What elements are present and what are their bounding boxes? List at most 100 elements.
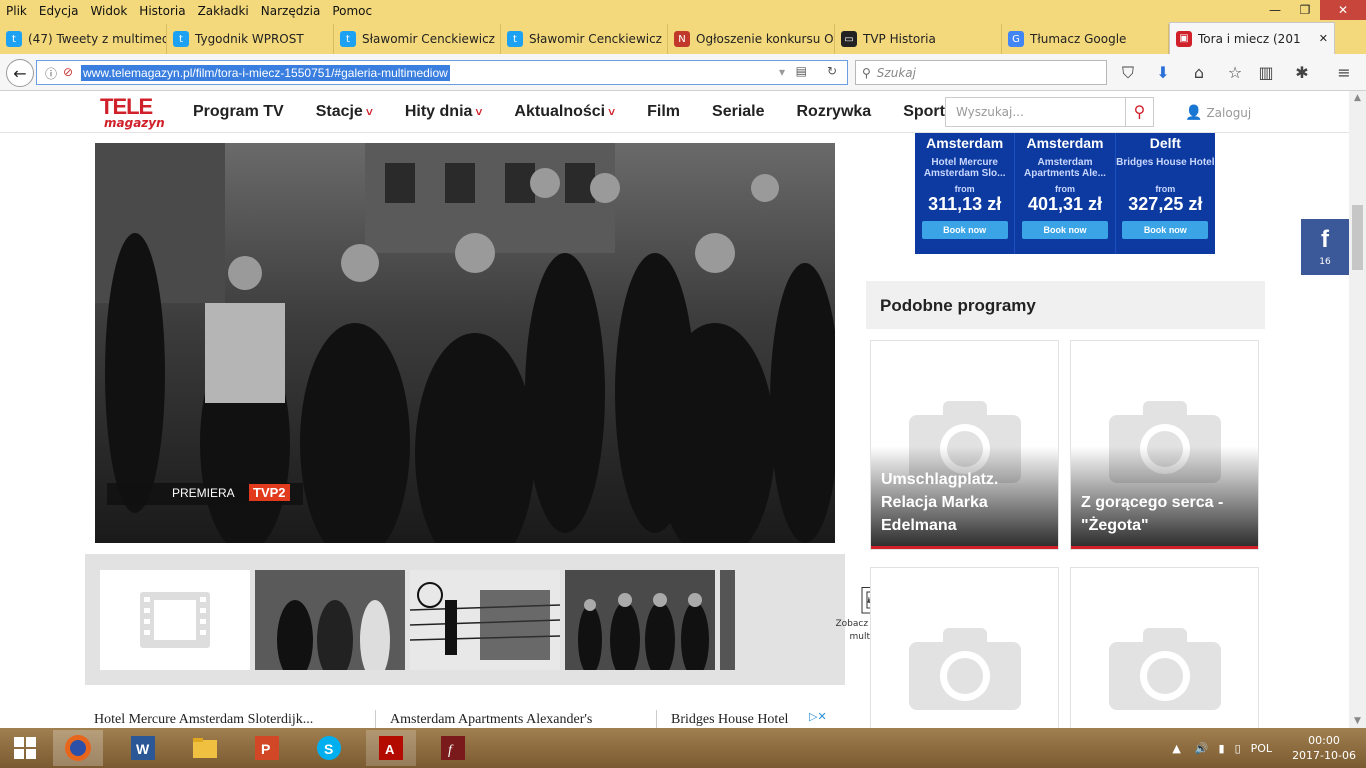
word-icon[interactable]: W	[118, 730, 168, 766]
tab[interactable]: N Ogłoszenie konkursu Of	[668, 24, 835, 54]
menu-historia[interactable]: Historia	[139, 4, 185, 18]
tab[interactable]: t Tygodnik WPROST	[167, 24, 334, 54]
nav-sport[interactable]: Sport	[903, 103, 945, 121]
language-indicator[interactable]: POL	[1251, 742, 1272, 755]
gallery-main-image[interactable]: PREMIERA TVP2	[95, 143, 835, 543]
hotel-ad-item[interactable]: Amsterdam Amsterdam Apartments Ale... fr…	[1015, 133, 1116, 254]
tab-title: Ogłoszenie konkursu Of	[696, 32, 835, 46]
text-ad-link[interactable]: Bridges House Hotel	[671, 712, 788, 728]
telemagazyn-icon: ▣	[1176, 30, 1192, 47]
dropdown-arrow-icon[interactable]: ▾	[779, 65, 785, 79]
tab-active[interactable]: ▣ Tora i miecz (201 ✕	[1169, 22, 1335, 54]
site-search: Wyszukaj... ⚲	[945, 97, 1154, 127]
extension-icon[interactable]: ✱	[1292, 63, 1312, 83]
hotel-ad-banner[interactable]: Amsterdam Hotel Mercure Amsterdam Slo...…	[915, 133, 1215, 254]
nav-aktualnosci[interactable]: Aktualności	[514, 103, 615, 121]
close-window-button[interactable]: ✕	[1320, 0, 1366, 20]
close-tab-icon[interactable]: ✕	[1319, 32, 1328, 45]
gallery-thumb[interactable]	[565, 570, 715, 678]
gallery-thumb[interactable]	[255, 570, 405, 680]
book-now-button[interactable]: Book now	[1021, 221, 1108, 239]
menu-narzedzia[interactable]: Narzędzia	[261, 4, 321, 18]
login-label: Zaloguj	[1206, 106, 1252, 120]
nav-stacje[interactable]: Stacje	[316, 103, 373, 121]
hamburger-menu-icon[interactable]: ≡	[1334, 63, 1354, 83]
battery-icon[interactable]: ▯	[1235, 742, 1241, 755]
similar-program-card[interactable]	[870, 567, 1059, 728]
facebook-share-button[interactable]: f 16	[1301, 219, 1349, 275]
flash-icon[interactable]: f	[428, 730, 478, 766]
gallery-thumb[interactable]	[409, 570, 561, 670]
pocket-icon[interactable]: ⛉	[1118, 63, 1138, 83]
tab[interactable]: ▭ TVP Historia	[835, 24, 1002, 54]
scroll-up-arrow[interactable]: ▲	[1349, 93, 1366, 103]
menu-plik[interactable]: Plik	[6, 4, 27, 18]
telemagazyn-logo[interactable]: TELE magazyn	[100, 96, 166, 130]
nav-hity-dnia[interactable]: Hity dnia	[405, 103, 483, 121]
similar-program-card[interactable]	[1070, 567, 1259, 728]
volume-icon[interactable]: 🔊	[1195, 742, 1209, 755]
explorer-icon[interactable]	[180, 730, 230, 766]
nav-rozrywka[interactable]: Rozrywka	[797, 103, 872, 121]
menu-pomoc[interactable]: Pomoc	[332, 4, 372, 18]
bookmark-star-icon[interactable]: ☆	[1225, 63, 1245, 83]
book-now-button[interactable]: Book now	[1122, 221, 1209, 239]
clock[interactable]: 00:00 2017-10-06	[1292, 733, 1356, 763]
info-icon[interactable]: ⓘ	[45, 65, 57, 82]
nav-film[interactable]: Film	[647, 103, 680, 121]
gallery-thumb-video[interactable]	[100, 570, 250, 670]
menu-edycja[interactable]: Edycja	[39, 4, 79, 18]
powerpoint-icon[interactable]: P	[242, 730, 292, 766]
text-ad-link[interactable]: Hotel Mercure Amsterdam Sloterdijk...	[94, 712, 313, 728]
network-icon[interactable]: ▮	[1219, 742, 1225, 755]
windows-start-icon[interactable]	[0, 730, 50, 766]
book-now-button[interactable]: Book now	[921, 221, 1008, 239]
skype-icon[interactable]: S	[304, 730, 354, 766]
home-icon[interactable]: ⌂	[1189, 63, 1209, 83]
menu-zakladki[interactable]: Zakładki	[198, 4, 249, 18]
twitter-icon: t	[173, 31, 189, 47]
minimize-button[interactable]: —	[1260, 0, 1290, 20]
library-icon[interactable]: ▥	[1256, 63, 1276, 83]
tab[interactable]: t Sławomir Cenckiewicz	[501, 24, 668, 54]
hotel-ad-item[interactable]: Amsterdam Hotel Mercure Amsterdam Slo...…	[915, 133, 1016, 254]
menu-widok[interactable]: Widok	[90, 4, 127, 18]
downloads-icon[interactable]: ⬇	[1153, 63, 1173, 83]
similar-program-card[interactable]: Z gorącego serca - "Żegota"	[1070, 340, 1259, 550]
back-button[interactable]: ←	[6, 59, 34, 87]
tray-expand-icon[interactable]: ▲	[1172, 742, 1180, 755]
search-icon: ⚲	[862, 65, 871, 80]
similar-program-card[interactable]: Umschlagplatz. Relacja Marka Edelmana	[870, 340, 1059, 550]
hotel-name: Hotel Mercure Amsterdam Slo...	[923, 157, 1006, 179]
restore-button[interactable]: ❐	[1290, 0, 1320, 20]
gallery-thumb-partial[interactable]	[720, 570, 735, 670]
scrollbar-thumb[interactable]	[1352, 205, 1363, 270]
browser-search-input[interactable]: ⚲ Szukaj	[855, 60, 1107, 85]
hotel-name: Amsterdam Apartments Ale...	[1024, 157, 1106, 179]
reader-view-icon[interactable]: ▤	[796, 64, 807, 78]
nav-program-tv[interactable]: Program TV	[193, 103, 284, 121]
page-scrollbar[interactable]: ▲ ▼	[1349, 91, 1366, 728]
acrobat-icon[interactable]: A	[366, 730, 416, 766]
adchoices-icon[interactable]: ▷✕	[809, 710, 827, 723]
system-tray: ▲ 🔊 ▮ ▯ POL 00:00 2017-10-06	[1172, 728, 1356, 768]
firefox-icon[interactable]	[53, 730, 103, 766]
tvp2-logo: TVP2	[249, 484, 290, 501]
archival-photo	[95, 143, 835, 543]
reload-icon[interactable]: ↻	[827, 64, 837, 78]
tracking-icon[interactable]: ⊘	[63, 65, 73, 79]
text-ads: Hotel Mercure Amsterdam Sloterdijk... Am…	[94, 710, 839, 728]
tab[interactable]: t (47) Tweety z multimed	[0, 24, 167, 54]
login-link[interactable]: 👤 Zaloguj	[1185, 105, 1251, 121]
nav-seriale[interactable]: Seriale	[712, 103, 764, 121]
url-bar[interactable]: ⓘ ⊘ www.telemagazyn.pl/film/tora-i-miecz…	[36, 60, 848, 85]
tab[interactable]: t Sławomir Cenckiewicz	[334, 24, 501, 54]
url-text[interactable]: www.telemagazyn.pl/film/tora-i-miecz-155…	[81, 64, 450, 81]
hotel-ad-item[interactable]: Delft Bridges House Hotel from 327,25 zł…	[1116, 133, 1215, 254]
tab[interactable]: G Tłumacz Google	[1002, 24, 1169, 54]
text-ad-link[interactable]: Amsterdam Apartments Alexander's	[390, 712, 592, 728]
site-search-input[interactable]: Wyszukaj...	[946, 98, 1125, 126]
search-icon[interactable]: ⚲	[1125, 98, 1153, 126]
svg-text:W: W	[136, 741, 150, 757]
scroll-down-arrow[interactable]: ▼	[1349, 716, 1366, 726]
